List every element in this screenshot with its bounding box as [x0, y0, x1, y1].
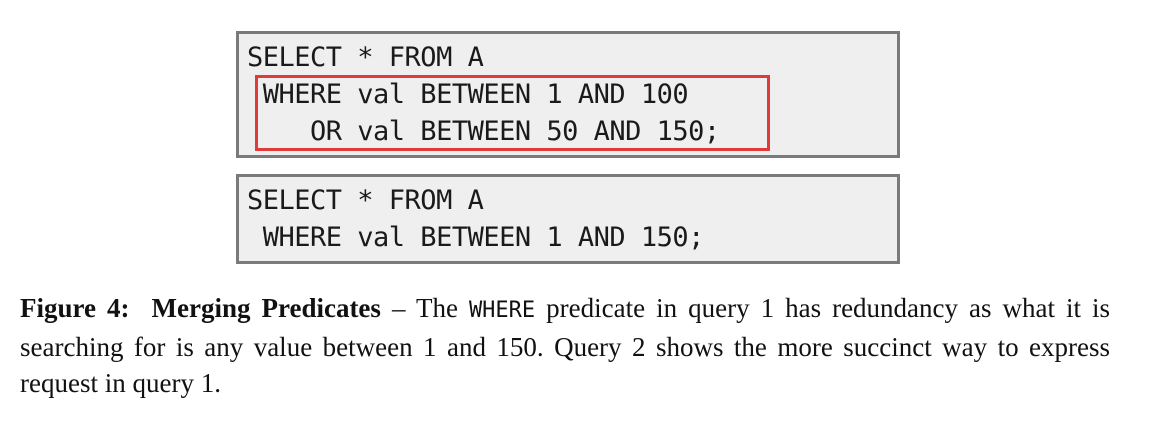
figure-label: Figure 4: — [20, 293, 130, 323]
query-2-line-1: SELECT * FROM A — [247, 185, 484, 216]
caption-dash: – The — [380, 293, 469, 323]
figure-caption: Figure 4: Merging Predicates – The WHERE… — [20, 290, 1110, 401]
query-1-code-block: SELECT * FROM A WHERE val BETWEEN 1 AND … — [236, 31, 900, 158]
redundant-predicate-highlight — [255, 75, 770, 151]
query-2-code-block: SELECT * FROM A WHERE val BETWEEN 1 AND … — [236, 174, 900, 264]
query-1-line-1: SELECT * FROM A — [247, 42, 484, 73]
caption-keyword: WHERE — [468, 298, 536, 323]
figure-title: Merging Predicates — [151, 293, 381, 323]
query-2-line-2: WHERE val BETWEEN 1 AND 150; — [247, 222, 705, 253]
